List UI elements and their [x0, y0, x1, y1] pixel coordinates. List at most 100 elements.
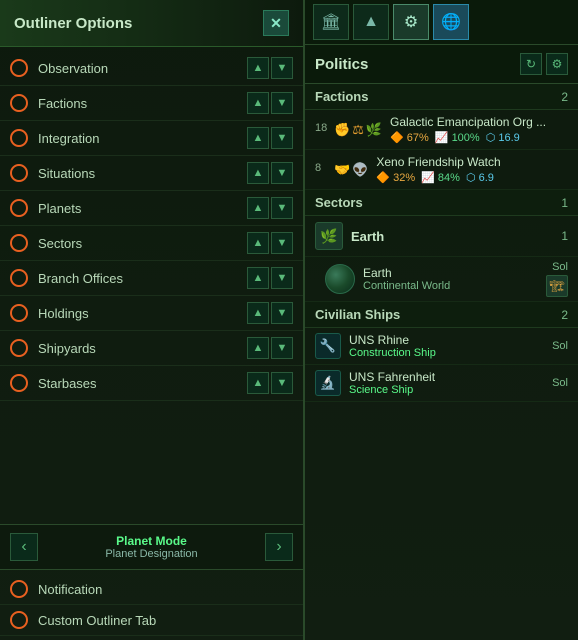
- bottom-label-notification: Notification: [38, 582, 293, 597]
- header-icon-gear[interactable]: ⚙: [393, 4, 429, 40]
- item-dot-observation: [10, 59, 28, 77]
- arrow-down-branch-offices[interactable]: ▼: [271, 267, 293, 289]
- outliner-item-integration[interactable]: Integration ▲ ▼: [0, 121, 303, 156]
- prev-arrow[interactable]: ‹: [10, 533, 38, 561]
- faction-approval-1: 🔶 32%: [376, 171, 415, 184]
- item-label-observation: Observation: [38, 61, 247, 76]
- panel-title-text: Outliner Options: [14, 15, 132, 32]
- civilian-ships-title: Civilian Ships: [315, 307, 400, 322]
- arrow-up-planets[interactable]: ▲: [247, 197, 269, 219]
- arrow-up-shipyards[interactable]: ▲: [247, 337, 269, 359]
- item-label-sectors: Sectors: [38, 236, 247, 251]
- outliner-item-shipyards[interactable]: Shipyards ▲ ▼: [0, 331, 303, 366]
- outliner-item-starbases[interactable]: Starbases ▲ ▼: [0, 366, 303, 401]
- sectors-count: 1: [561, 196, 568, 210]
- outliner-item-holdings[interactable]: Holdings ▲ ▼: [0, 296, 303, 331]
- close-icon: ✕: [270, 15, 282, 32]
- arrow-up-starbases[interactable]: ▲: [247, 372, 269, 394]
- item-dot-situations: [10, 164, 28, 182]
- item-label-situations: Situations: [38, 166, 247, 181]
- civilian-ships-count: 2: [561, 308, 568, 322]
- ship-location-0: Sol: [552, 340, 568, 352]
- faction-item-0[interactable]: 18 ✊⚖🌿 Galactic Emancipation Org ... 🔶 6…: [305, 110, 578, 150]
- planet-info: Earth Continental World: [363, 266, 546, 292]
- arrow-down-starbases[interactable]: ▼: [271, 372, 293, 394]
- faction-item-1[interactable]: 8 🤝👽 Xeno Friendship Watch 🔶 32% 📈 84% ⬡…: [305, 150, 578, 190]
- arrow-up-holdings[interactable]: ▲: [247, 302, 269, 324]
- item-arrows-starbases: ▲ ▼: [247, 372, 293, 394]
- planet-item-earth[interactable]: Earth Continental World Sol 🏗: [305, 257, 578, 302]
- arrow-up-situations[interactable]: ▲: [247, 162, 269, 184]
- header-icon-ships[interactable]: ▲: [353, 4, 389, 40]
- sectors-title: Sectors: [315, 195, 363, 210]
- factions-title: Factions: [315, 89, 368, 104]
- planet-build-icon[interactable]: 🏗: [546, 275, 568, 297]
- bottom-item-notification[interactable]: Notification: [0, 574, 303, 605]
- close-button[interactable]: ✕: [263, 10, 289, 36]
- bottom-dot-notification: [10, 580, 28, 598]
- ship-item-0[interactable]: 🔧 UNS Rhine Construction Ship Sol: [305, 328, 578, 365]
- faction-influence-0: ⬡ 16.9: [486, 131, 520, 144]
- item-label-integration: Integration: [38, 131, 247, 146]
- left-panel: Outliner Options ✕ Observation ▲ ▼ Facti…: [0, 0, 305, 640]
- item-arrows-shipyards: ▲ ▼: [247, 337, 293, 359]
- item-label-factions: Factions: [38, 96, 247, 111]
- arrow-up-branch-offices[interactable]: ▲: [247, 267, 269, 289]
- planet-mode-title: Planet Mode: [38, 534, 265, 548]
- item-arrows-holdings: ▲ ▼: [247, 302, 293, 324]
- ship-name-0: UNS Rhine: [349, 333, 552, 347]
- arrow-down-integration[interactable]: ▼: [271, 127, 293, 149]
- factions-header: Factions 2: [305, 84, 578, 110]
- item-label-holdings: Holdings: [38, 306, 247, 321]
- arrow-up-factions[interactable]: ▲: [247, 92, 269, 114]
- outliner-items-list: Observation ▲ ▼ Factions ▲ ▼ Integration…: [0, 47, 303, 524]
- planet-right: Sol 🏗: [546, 261, 568, 297]
- outliner-item-observation[interactable]: Observation ▲ ▼: [0, 51, 303, 86]
- arrow-down-sectors[interactable]: ▼: [271, 232, 293, 254]
- arrow-down-factions[interactable]: ▼: [271, 92, 293, 114]
- item-dot-planets: [10, 199, 28, 217]
- arrow-down-observation[interactable]: ▼: [271, 57, 293, 79]
- item-dot-holdings: [10, 304, 28, 322]
- arrow-down-situations[interactable]: ▼: [271, 162, 293, 184]
- right-header: 🏛 ▲ ⚙ 🌐: [305, 0, 578, 45]
- outliner-item-planets[interactable]: Planets ▲ ▼: [0, 191, 303, 226]
- faction-support-1: 📈 84%: [421, 171, 460, 184]
- outliner-item-sectors[interactable]: Sectors ▲ ▼: [0, 226, 303, 261]
- arrow-down-shipyards[interactable]: ▼: [271, 337, 293, 359]
- refresh-button[interactable]: ↻: [520, 53, 542, 75]
- planet-mode-text: Planet Mode Planet Designation: [38, 534, 265, 560]
- faction-left-0: 18 ✊⚖🌿: [315, 122, 382, 138]
- sector-item-earth[interactable]: 🌿 Earth 1: [305, 216, 578, 257]
- factions-container: 18 ✊⚖🌿 Galactic Emancipation Org ... 🔶 6…: [305, 110, 578, 190]
- sectors-header: Sectors 1: [305, 190, 578, 216]
- arrow-up-sectors[interactable]: ▲: [247, 232, 269, 254]
- ship-item-1[interactable]: 🔬 UNS Fahrenheit Science Ship Sol: [305, 365, 578, 402]
- bottom-items: Notification Custom Outliner Tab: [0, 570, 303, 640]
- arrow-up-integration[interactable]: ▲: [247, 127, 269, 149]
- header-icon-globe[interactable]: 🌐: [433, 4, 469, 40]
- item-dot-sectors: [10, 234, 28, 252]
- arrow-down-planets[interactable]: ▼: [271, 197, 293, 219]
- arrow-down-holdings[interactable]: ▼: [271, 302, 293, 324]
- faction-stats-1: 🔶 32% 📈 84% ⬡ 6.9: [376, 171, 568, 184]
- settings-button[interactable]: ⚙: [546, 53, 568, 75]
- faction-num-1: 8: [315, 162, 331, 174]
- outliner-item-situations[interactable]: Situations ▲ ▼: [0, 156, 303, 191]
- ship-info-0: UNS Rhine Construction Ship: [349, 333, 552, 359]
- item-dot-starbases: [10, 374, 28, 392]
- ship-location-1: Sol: [552, 377, 568, 389]
- planet-name: Earth: [363, 266, 546, 280]
- bottom-item-custom-outliner[interactable]: Custom Outliner Tab: [0, 605, 303, 636]
- item-arrows-sectors: ▲ ▼: [247, 232, 293, 254]
- faction-approval-0: 🔶 67%: [390, 131, 429, 144]
- next-arrow[interactable]: ›: [265, 533, 293, 561]
- outliner-item-branch-offices[interactable]: Branch Offices ▲ ▼: [0, 261, 303, 296]
- faction-stats-0: 🔶 67% 📈 100% ⬡ 16.9: [390, 131, 568, 144]
- item-dot-shipyards: [10, 339, 28, 357]
- outliner-item-factions[interactable]: Factions ▲ ▼: [0, 86, 303, 121]
- arrow-up-observation[interactable]: ▲: [247, 57, 269, 79]
- header-icon-buildings[interactable]: 🏛: [313, 4, 349, 40]
- faction-icons-1: 🤝👽: [334, 162, 368, 178]
- item-dot-integration: [10, 129, 28, 147]
